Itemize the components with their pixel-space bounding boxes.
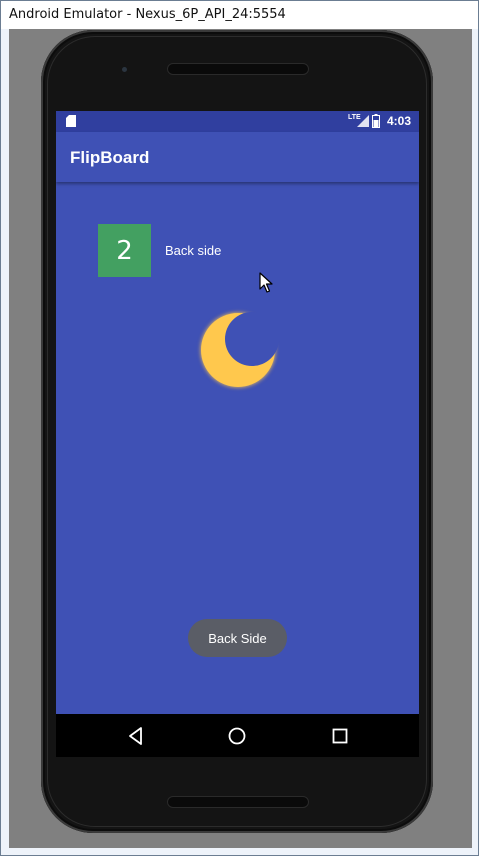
recents-icon[interactable] [330,726,350,746]
moon-icon [201,313,275,387]
battery-icon [372,114,380,128]
device-screen: LTE 4:03 FlipBoard 2 Back side Back Side [56,111,419,757]
cursor-icon [259,272,273,293]
bottom-speaker [167,796,309,808]
window-titlebar[interactable]: Android Emulator - Nexus_6P_API_24:5554 [1,1,478,29]
network-type: LTE [348,114,361,121]
app-title: FlipBoard [70,148,150,167]
back-icon[interactable] [126,726,146,746]
card-number: 2 [116,235,133,266]
status-bar: LTE 4:03 [56,111,419,132]
sd-card-icon [66,115,76,127]
toast-text: Back Side [208,630,267,646]
navigation-bar [56,714,419,757]
front-camera [122,67,127,72]
home-icon[interactable] [227,726,247,746]
app-bar: FlipBoard [56,132,419,182]
top-speaker [167,63,309,75]
card-label: Back side [165,243,222,258]
flip-card[interactable]: 2 [98,224,151,277]
window-title: Android Emulator - Nexus_6P_API_24:5554 [9,7,286,22]
toast-message: Back Side [188,619,287,657]
status-time: 4:03 [387,114,412,128]
